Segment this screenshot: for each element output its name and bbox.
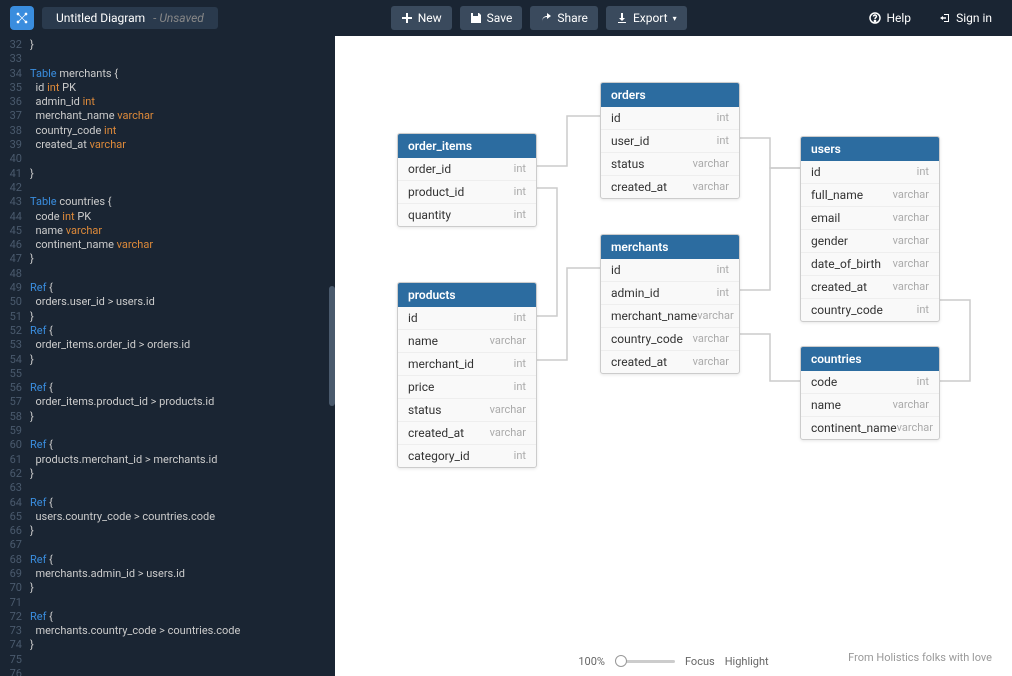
db-column[interactable]: continent_namevarchar — [801, 416, 939, 439]
db-column[interactable]: admin_idint — [601, 281, 739, 304]
db-table-header[interactable]: products — [398, 283, 536, 307]
document-title[interactable]: Untitled Diagram - Unsaved — [42, 7, 218, 29]
app-logo-icon[interactable] — [10, 6, 34, 30]
db-table-countries[interactable]: countriescodeintnamevarcharcontinent_nam… — [800, 346, 940, 440]
db-column[interactable]: country_codeint — [801, 298, 939, 321]
db-column[interactable]: statusvarchar — [601, 152, 739, 175]
db-column[interactable]: created_atvarchar — [601, 175, 739, 198]
db-column[interactable]: merchant_namevarchar — [601, 304, 739, 327]
db-column[interactable]: namevarchar — [801, 393, 939, 416]
db-column[interactable]: merchant_idint — [398, 352, 536, 375]
save-icon — [470, 12, 482, 24]
db-table-orders[interactable]: ordersidintuser_idintstatusvarcharcreate… — [600, 82, 740, 199]
db-column[interactable]: idint — [601, 107, 739, 129]
highlight-button[interactable]: Highlight — [725, 655, 769, 668]
db-table-header[interactable]: countries — [801, 347, 939, 371]
db-column[interactable]: date_of_birthvarchar — [801, 252, 939, 275]
db-table-merchants[interactable]: merchantsidintadmin_idintmerchant_nameva… — [600, 234, 740, 374]
help-icon — [869, 12, 881, 24]
focus-button[interactable]: Focus — [685, 655, 715, 668]
save-button[interactable]: Save — [460, 6, 523, 30]
signin-button[interactable]: Sign in — [929, 6, 1002, 30]
db-table-products[interactable]: productsidintnamevarcharmerchant_idintpr… — [397, 282, 537, 468]
db-column[interactable]: created_atvarchar — [801, 275, 939, 298]
code-editor[interactable]: 3233343536373839404142434445464748495051… — [0, 36, 335, 676]
db-table-header[interactable]: orders — [601, 83, 739, 107]
db-column[interactable]: created_atvarchar — [601, 350, 739, 373]
db-column[interactable]: order_idint — [398, 158, 536, 180]
download-icon — [616, 12, 628, 24]
zoom-label: 100% — [578, 655, 605, 668]
db-column[interactable]: codeint — [801, 371, 939, 393]
plus-icon — [401, 12, 413, 24]
doc-name: Untitled Diagram — [56, 11, 145, 25]
save-status: - Unsaved — [153, 11, 204, 25]
db-column[interactable]: priceint — [398, 375, 536, 398]
db-column[interactable]: namevarchar — [398, 329, 536, 352]
share-icon — [540, 12, 552, 24]
db-table-header[interactable]: merchants — [601, 235, 739, 259]
export-button[interactable]: Export ▾ — [606, 6, 687, 30]
toolbar: Untitled Diagram - Unsaved New Save Shar… — [0, 0, 1012, 36]
db-column[interactable]: product_idint — [398, 180, 536, 203]
db-column[interactable]: user_idint — [601, 129, 739, 152]
db-column[interactable]: gendervarchar — [801, 229, 939, 252]
diagram-canvas[interactable]: order_itemsorder_idintproduct_idintquant… — [335, 36, 1012, 676]
db-table-header[interactable]: users — [801, 137, 939, 161]
zoom-slider[interactable] — [615, 660, 675, 663]
credits: From Holistics folks with love — [848, 651, 992, 664]
db-column[interactable]: idint — [801, 161, 939, 183]
db-column[interactable]: created_atvarchar — [398, 421, 536, 444]
new-button[interactable]: New — [391, 6, 452, 30]
db-column[interactable]: category_idint — [398, 444, 536, 467]
db-column[interactable]: quantityint — [398, 203, 536, 226]
signin-icon — [939, 12, 951, 24]
chevron-down-icon: ▾ — [673, 14, 677, 23]
db-table-header[interactable]: order_items — [398, 134, 536, 158]
db-column[interactable]: statusvarchar — [398, 398, 536, 421]
db-column[interactable]: country_codevarchar — [601, 327, 739, 350]
help-button[interactable]: Help — [859, 6, 921, 30]
db-table-order_items[interactable]: order_itemsorder_idintproduct_idintquant… — [397, 133, 537, 227]
db-column[interactable]: idint — [601, 259, 739, 281]
db-table-users[interactable]: usersidintfull_namevarcharemailvarcharge… — [800, 136, 940, 322]
db-column[interactable]: emailvarchar — [801, 206, 939, 229]
db-column[interactable]: full_namevarchar — [801, 183, 939, 206]
share-button[interactable]: Share — [530, 6, 598, 30]
db-column[interactable]: idint — [398, 307, 536, 329]
